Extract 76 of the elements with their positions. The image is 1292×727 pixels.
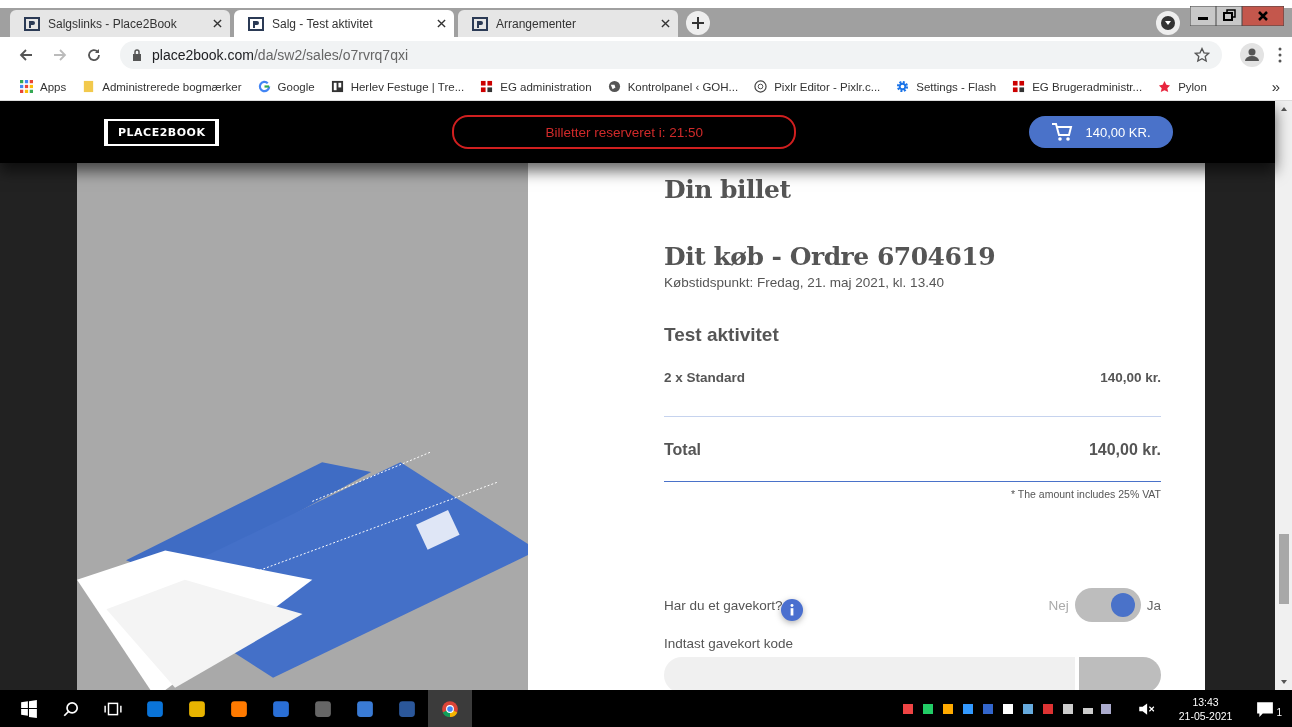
clock-time[interactable]: 13:43	[1192, 694, 1219, 709]
bookmark-link[interactable]: EG administration	[480, 80, 592, 93]
scroll-down-icon[interactable]	[1278, 678, 1289, 686]
close-icon[interactable]	[437, 19, 446, 28]
clock-date[interactable]: 21-05-2021	[1178, 708, 1233, 723]
close-icon[interactable]	[213, 19, 222, 28]
bookmark-link[interactable]: Pylon	[1158, 80, 1207, 93]
cart-icon	[1051, 122, 1074, 142]
more-bookmarks-button[interactable]: »	[1271, 78, 1280, 95]
system-tray-icons[interactable]	[902, 701, 1113, 716]
bookmark-link[interactable]: EG Brugeradministr...	[1012, 80, 1143, 93]
notification-icon[interactable]	[1256, 699, 1275, 718]
windows-start-icon[interactable]	[20, 699, 38, 718]
menu-icon[interactable]	[1278, 47, 1282, 63]
bookmark-link[interactable]: Pixlr Editor - Pixlr.c...	[754, 80, 881, 93]
board-icon	[330, 80, 344, 93]
order-title: Dit køb - Ordre 6704619	[664, 242, 997, 271]
vat-note: * The amount includes 25% VAT	[1010, 488, 1161, 500]
bookmark-link[interactable]: Apps	[20, 80, 67, 93]
chrome-icon[interactable]	[441, 699, 459, 718]
g-letter-icon	[257, 80, 271, 93]
p-logo-icon	[472, 15, 488, 32]
star-shape-icon	[1158, 80, 1172, 93]
scroll-up-icon[interactable]	[1278, 105, 1289, 113]
app-icon[interactable]	[188, 699, 206, 718]
gift-code-label: Indtast gavekort kode	[664, 636, 795, 651]
reload-icon[interactable]	[86, 47, 102, 63]
info-icon[interactable]	[780, 599, 803, 621]
cart-button[interactable]: 140,00 KR.	[1029, 116, 1173, 148]
aperture-icon	[754, 80, 768, 93]
browser-tab[interactable]: Arrangementer	[458, 10, 678, 37]
p-logo-icon	[24, 15, 40, 32]
total-label: Total	[664, 441, 702, 459]
app-icon[interactable]	[146, 699, 164, 718]
place2book-logo[interactable]: PLACE2BOOK	[104, 118, 220, 146]
folder-icon	[82, 80, 96, 93]
notification-count: 1	[1276, 706, 1282, 718]
minimize-icon[interactable]	[1190, 6, 1216, 26]
toggle-on-label: Ja	[1146, 597, 1161, 613]
app-icon[interactable]	[356, 699, 374, 718]
bookmark-link[interactable]: Google	[257, 80, 315, 93]
lock-icon	[132, 49, 142, 61]
ticket-line-amount: 140,00 kr.	[1100, 370, 1161, 385]
bookmark-link[interactable]: Administrerede bogmærker	[82, 80, 242, 93]
new-tab-icon[interactable]	[686, 11, 710, 35]
browser-tab[interactable]: Salgslinks - Place2Book	[10, 10, 230, 37]
search-icon[interactable]	[62, 699, 80, 718]
toggle-off-label: Nej	[1048, 597, 1069, 613]
eg-logo-icon	[1012, 80, 1026, 93]
purchase-time: Købstidspunkt: Fredag, 21. maj 2021, kl. 13.40	[664, 275, 945, 290]
reservation-timer: Billetter reserveret i: 21:50	[452, 115, 797, 149]
p-logo-icon	[248, 15, 264, 32]
event-name: Test aktivitet	[664, 324, 780, 346]
browser-tab[interactable]: Salg - Test aktivitet	[234, 10, 454, 37]
bookmark-link[interactable]: Settings - Flash	[896, 80, 997, 93]
gift-code-field[interactable]	[664, 657, 1075, 690]
ticket-line-label: 2 x Standard	[664, 370, 746, 385]
star-icon[interactable]	[1194, 47, 1210, 63]
address-field[interactable]: place2book.com/da/sw2/sales/o7rvrq7qxi	[120, 41, 1222, 69]
settings-icon	[896, 80, 910, 93]
gift-card-question: Har du et gavekort?	[664, 597, 783, 613]
grid-icon	[20, 80, 33, 93]
profile-icon[interactable]	[1240, 43, 1264, 67]
eg-logo-icon	[480, 80, 494, 93]
gift-card-toggle[interactable]	[1074, 588, 1141, 622]
back-icon[interactable]	[18, 47, 34, 63]
scrollbar-thumb[interactable]	[1278, 534, 1289, 604]
restore-icon[interactable]	[1216, 6, 1242, 26]
globe-icon	[607, 80, 621, 93]
total-amount: 140,00 kr.	[1088, 441, 1161, 459]
close-icon[interactable]	[661, 19, 670, 28]
bookmark-link[interactable]: Herlev Festuge | Tre...	[330, 80, 465, 93]
dropdown-icon[interactable]	[1156, 11, 1180, 35]
bookmark-link[interactable]: Kontrolpanel ‹ GOH...	[607, 80, 739, 93]
section-heading: Din billet	[664, 175, 792, 204]
app-icon[interactable]	[230, 699, 248, 718]
